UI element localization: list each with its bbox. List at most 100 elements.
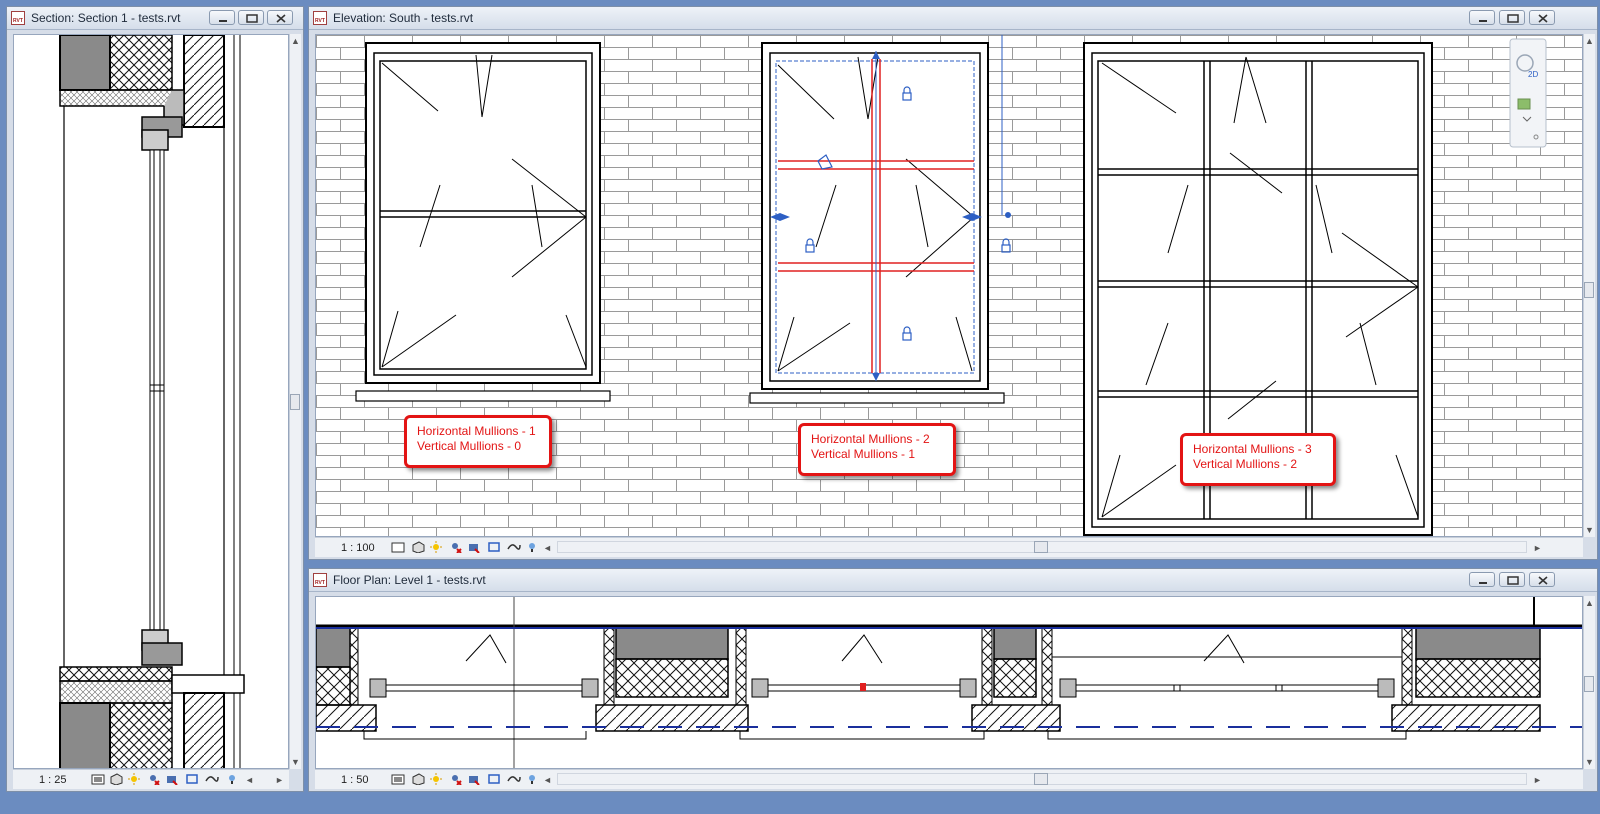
crop-icon[interactable] bbox=[165, 773, 179, 785]
elevation-horizontal-scrollbar[interactable] bbox=[557, 541, 1527, 553]
mullion-callout-3: Horizontal Mullions - 3 Vertical Mullion… bbox=[1180, 433, 1336, 486]
close-button[interactable] bbox=[267, 10, 293, 25]
hscroll-thumb[interactable] bbox=[1034, 773, 1048, 785]
reveal-hidden-icon[interactable] bbox=[225, 773, 239, 785]
floorplan-view-canvas[interactable] bbox=[315, 596, 1583, 769]
hscroll-right-arrow[interactable]: ► bbox=[275, 775, 284, 785]
close-button[interactable] bbox=[1529, 10, 1555, 25]
maximize-button[interactable] bbox=[238, 10, 264, 25]
minimize-button[interactable] bbox=[1469, 572, 1495, 587]
revit-file-icon: RVT bbox=[11, 11, 25, 25]
scroll-up-arrow[interactable]: ▲ bbox=[1585, 598, 1594, 608]
hscroll-right-arrow[interactable]: ► bbox=[1533, 775, 1542, 785]
window-title: Section: Section 1 - tests.rvt bbox=[31, 11, 181, 25]
sun-path-icon[interactable] bbox=[127, 773, 141, 785]
maximize-icon bbox=[1507, 576, 1519, 585]
revit-file-icon: RVT bbox=[313, 11, 327, 25]
floorplan-horizontal-scrollbar[interactable] bbox=[557, 773, 1527, 785]
elevation-vertical-scrollbar[interactable]: ▲ ▼ bbox=[1583, 34, 1595, 537]
minimize-icon bbox=[219, 20, 227, 22]
section-window: RVT Section: Section 1 - tests.rvt ▲ ▼ 1… bbox=[6, 6, 304, 792]
elevation-view-canvas[interactable]: 2D Horizontal Mullions - 1 Vertical Mull… bbox=[315, 34, 1583, 537]
zoom-icon[interactable] bbox=[1517, 98, 1531, 110]
show-crop-icon[interactable] bbox=[185, 773, 199, 785]
nav-2d-label: 2D bbox=[1528, 70, 1538, 79]
minimize-button[interactable] bbox=[209, 10, 235, 25]
show-crop-icon[interactable] bbox=[487, 541, 501, 553]
window-2-drawing-selected[interactable] bbox=[749, 35, 1011, 404]
reveal-hidden-icon[interactable] bbox=[525, 541, 539, 553]
callout-horizontal-label: Horizontal Mullions - 1 bbox=[417, 424, 536, 438]
view-scale[interactable]: 1 : 100 bbox=[341, 542, 375, 554]
callout-vertical-label: Vertical Mullions - 1 bbox=[811, 447, 916, 461]
view-scale[interactable]: 1 : 50 bbox=[341, 774, 369, 786]
window-1-drawing[interactable] bbox=[355, 42, 611, 402]
wall-section-drawing bbox=[59, 35, 245, 768]
wall-plan-drawing bbox=[316, 597, 1582, 768]
section-titlebar[interactable]: RVT Section: Section 1 - tests.rvt bbox=[7, 7, 303, 30]
hscroll-left-arrow[interactable]: ◄ bbox=[245, 775, 254, 785]
floorplan-window: RVT Floor Plan: Level 1 - tests.rvt ▲ ▼ … bbox=[308, 568, 1598, 792]
scroll-down-arrow[interactable]: ▼ bbox=[291, 757, 300, 767]
shadows-icon[interactable] bbox=[449, 541, 463, 553]
hscroll-left-arrow[interactable]: ◄ bbox=[543, 775, 552, 785]
maximize-button[interactable] bbox=[1499, 572, 1525, 587]
scroll-up-arrow[interactable]: ▲ bbox=[291, 36, 300, 46]
callout-horizontal-label: Horizontal Mullions - 3 bbox=[1193, 442, 1312, 456]
hscroll-left-arrow[interactable]: ◄ bbox=[543, 543, 552, 553]
detail-level-icon[interactable] bbox=[391, 773, 405, 785]
floorplan-titlebar[interactable]: RVT Floor Plan: Level 1 - tests.rvt bbox=[309, 569, 1597, 592]
hscroll-thumb[interactable] bbox=[1034, 541, 1048, 553]
sun-path-icon[interactable] bbox=[429, 541, 443, 553]
shadows-icon[interactable] bbox=[449, 773, 463, 785]
detail-level-icon[interactable] bbox=[91, 773, 105, 785]
hscroll-right-arrow[interactable]: ► bbox=[1533, 543, 1542, 553]
mullion-callout-1: Horizontal Mullions - 1 Vertical Mullion… bbox=[404, 415, 552, 468]
scroll-down-arrow[interactable]: ▼ bbox=[1585, 757, 1594, 767]
window-title: Floor Plan: Level 1 - tests.rvt bbox=[333, 573, 486, 587]
elevation-view-control-bar: 1 : 100 ◄ ► bbox=[315, 537, 1583, 557]
callout-horizontal-label: Horizontal Mullions - 2 bbox=[811, 432, 930, 446]
maximize-button[interactable] bbox=[1499, 10, 1525, 25]
callout-vertical-label: Vertical Mullions - 0 bbox=[417, 439, 522, 453]
floorplan-view-control-bar: 1 : 50 ◄ ► bbox=[315, 769, 1583, 789]
section-view-control-bar: 1 : 25 ◄ ► bbox=[13, 769, 289, 789]
floorplan-vertical-scrollbar[interactable]: ▲ ▼ bbox=[1583, 596, 1595, 769]
temp-hide-icon[interactable] bbox=[507, 541, 521, 553]
revit-file-icon: RVT bbox=[313, 573, 327, 587]
window-title: Elevation: South - tests.rvt bbox=[333, 11, 474, 25]
reveal-hidden-icon[interactable] bbox=[525, 773, 539, 785]
visual-style-icon[interactable] bbox=[411, 773, 425, 785]
elevation-window: RVT Elevation: South - tests.rvt 2D Hori… bbox=[308, 6, 1598, 560]
close-button[interactable] bbox=[1529, 572, 1555, 587]
close-icon bbox=[1538, 14, 1548, 23]
temp-hide-icon[interactable] bbox=[205, 773, 219, 785]
sun-path-icon[interactable] bbox=[429, 773, 443, 785]
detail-level-icon[interactable] bbox=[391, 541, 405, 553]
crop-icon[interactable] bbox=[467, 773, 481, 785]
minimize-icon bbox=[1479, 582, 1487, 584]
visual-style-icon[interactable] bbox=[411, 541, 425, 553]
scroll-up-arrow[interactable]: ▲ bbox=[1585, 36, 1594, 46]
section-vertical-scrollbar[interactable]: ▲ ▼ bbox=[289, 34, 301, 769]
close-icon bbox=[1538, 576, 1548, 585]
mullion-callout-2: Horizontal Mullions - 2 Vertical Mullion… bbox=[798, 423, 956, 476]
callout-vertical-label: Vertical Mullions - 2 bbox=[1193, 457, 1298, 471]
shadows-icon[interactable] bbox=[147, 773, 161, 785]
scroll-thumb[interactable] bbox=[290, 394, 300, 410]
elevation-titlebar[interactable]: RVT Elevation: South - tests.rvt bbox=[309, 7, 1597, 30]
close-icon bbox=[276, 14, 286, 23]
maximize-icon bbox=[246, 14, 258, 23]
crop-icon[interactable] bbox=[467, 541, 481, 553]
section-view-canvas[interactable] bbox=[13, 34, 289, 769]
show-crop-icon[interactable] bbox=[487, 773, 501, 785]
view-scale[interactable]: 1 : 25 bbox=[39, 774, 67, 786]
maximize-icon bbox=[1507, 14, 1519, 23]
visual-style-icon[interactable] bbox=[109, 773, 123, 785]
temp-hide-icon[interactable] bbox=[507, 773, 521, 785]
scroll-down-arrow[interactable]: ▼ bbox=[1585, 525, 1594, 535]
scroll-thumb[interactable] bbox=[1584, 282, 1594, 298]
scroll-thumb[interactable] bbox=[1584, 676, 1594, 692]
navigation-bar[interactable]: 2D bbox=[1509, 38, 1547, 148]
minimize-button[interactable] bbox=[1469, 10, 1495, 25]
